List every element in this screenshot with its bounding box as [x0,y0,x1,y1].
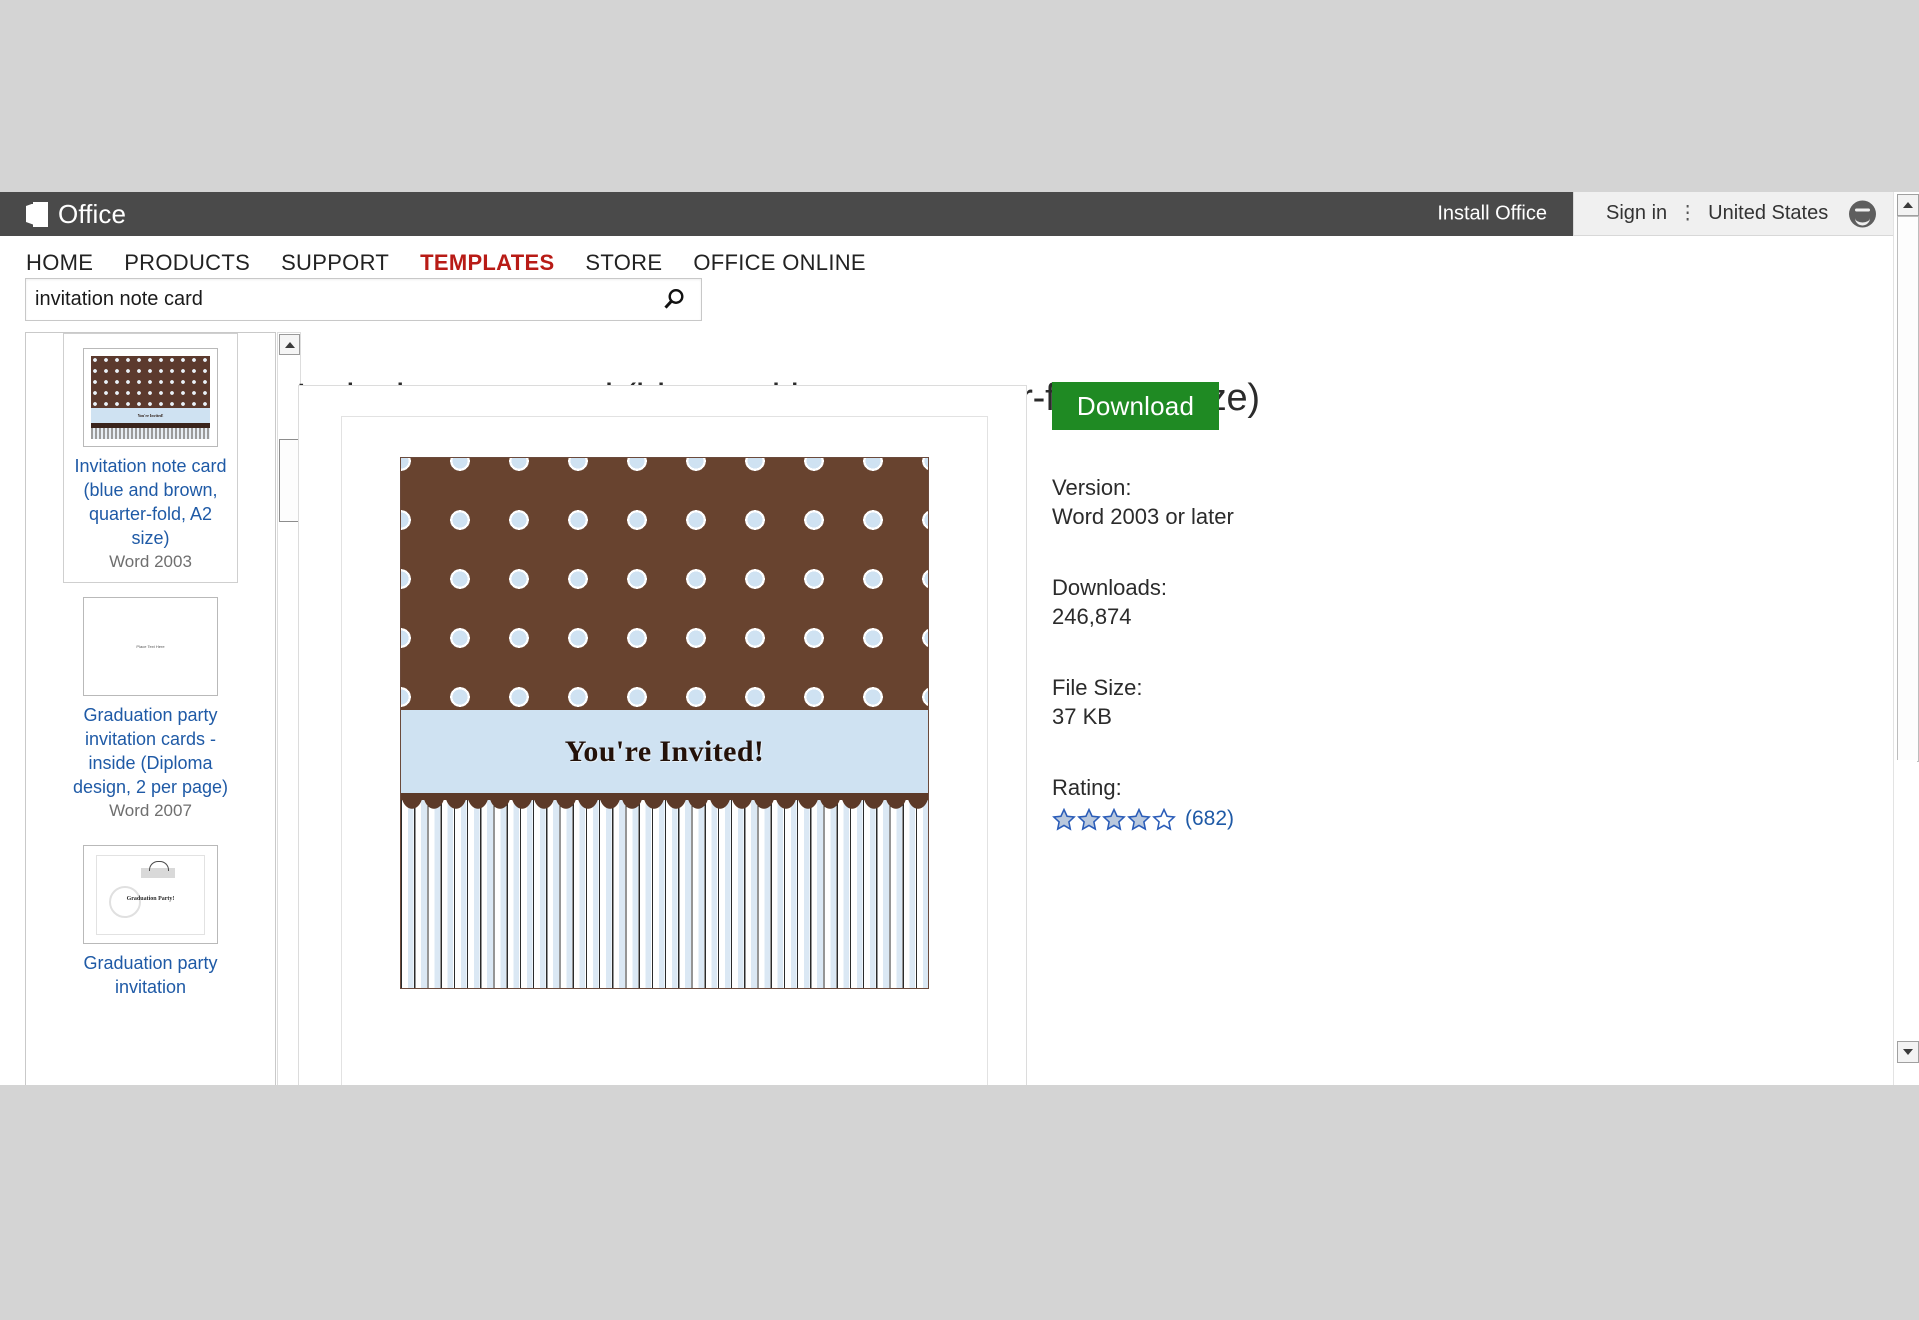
blank-card-thumb: Place Text Here [91,605,210,688]
list-item[interactable]: Place Text Here Graduation party invitat… [63,583,238,831]
account-strip: Sign in ⋮ United States [1573,192,1919,236]
list-item[interactable]: Graduation Party! Graduation party invit… [63,831,238,999]
version-group: Version: Word 2003 or later [1052,475,1512,530]
template-thumbnail: You're Invited! [83,348,218,447]
search-icon [661,287,687,313]
polka-invitation-thumb: You're Invited! [91,356,210,439]
search-box [25,278,702,321]
invitation-card-preview: You're Invited! [400,457,929,989]
main-navigation: HOME PRODUCTS SUPPORT TEMPLATES STORE OF… [26,250,866,276]
page-scrollbar[interactable] [1893,192,1919,1085]
template-preview-pane: You're Invited! [298,385,1027,1085]
office-top-bar: Office Install Office [0,192,1573,236]
graduation-cap-icon [141,868,175,878]
office-brand-label: Office [58,199,126,230]
browser-viewport: Office Install Office Sign in ⋮ United S… [0,192,1919,1085]
office-brand-logo[interactable]: Office [26,199,126,230]
swirl-decoration-icon [109,886,141,918]
rating-count[interactable]: (682) [1185,807,1234,831]
template-info-panel: Download Version: Word 2003 or later Dow… [1052,382,1512,831]
card-headline-text: You're Invited! [565,735,765,769]
chevron-up-icon [285,342,295,348]
template-results-list[interactable]: You're Invited! Invitation note card (bl… [25,332,276,1085]
star-empty-icon[interactable] [1152,808,1176,831]
nav-item-templates[interactable]: TEMPLATES [420,250,554,276]
graduation-party-thumb: Graduation Party! [96,855,205,935]
install-office-link[interactable]: Install Office [1437,203,1547,226]
chevron-up-icon [1903,202,1913,208]
template-thumbnail: Place Text Here [83,597,218,696]
results-scroll-up-button[interactable] [279,334,300,355]
list-item-title[interactable]: Graduation party invitation [63,951,238,999]
rating-label: Rating: [1052,775,1512,801]
nav-item-office-online[interactable]: OFFICE ONLINE [693,250,866,276]
chevron-down-icon [1903,1049,1913,1055]
thumb-graduation-text: Graduation Party! [127,896,175,902]
thumb-band-text: You're Invited! [138,413,164,418]
office-logo-icon [26,202,49,227]
page-scroll-thumb[interactable] [1897,216,1919,762]
star-filled-icon[interactable] [1127,808,1151,831]
star-filled-icon[interactable] [1077,808,1101,831]
list-item[interactable]: You're Invited! Invitation note card (bl… [63,333,238,583]
star-filled-icon[interactable] [1102,808,1126,831]
star-filled-icon[interactable] [1052,808,1076,831]
search-input[interactable] [26,278,646,321]
rating-row: (682) [1052,807,1512,831]
file-size-label: File Size: [1052,675,1512,701]
thumb-band: You're Invited! [91,408,210,423]
template-thumbnail: Graduation Party! [83,845,218,944]
thumb-stripes [91,423,210,439]
page-scroll-up-button[interactable] [1897,194,1919,216]
version-value: Word 2003 or later [1052,504,1512,530]
rating-group: Rating: (682) [1052,775,1512,831]
sign-in-link[interactable]: Sign in [1606,202,1667,225]
list-item-title[interactable]: Invitation note card (blue and brown, qu… [64,454,237,550]
nav-item-products[interactable]: PRODUCTS [124,250,250,276]
results-scroll-thumb[interactable] [279,439,300,522]
list-item-version: Word 2003 [64,552,237,582]
list-item-title[interactable]: Graduation party invitation cards - insi… [63,703,238,799]
card-headline-band: You're Invited! [401,710,928,793]
filesize-group: File Size: 37 KB [1052,675,1512,730]
card-scallop-edge [401,793,928,800]
thumb-placeholder-text: Place Text Here [136,644,164,649]
version-label: Version: [1052,475,1512,501]
page-scroll-down-button[interactable] [1897,1041,1919,1063]
vertical-dots-separator-icon: ⋮ [1678,204,1697,223]
page-scroll-track[interactable] [1897,760,1917,1040]
search-button[interactable] [646,279,701,320]
smiley-feedback-icon[interactable] [1849,200,1876,227]
file-size-value: 37 KB [1052,704,1512,730]
nav-item-home[interactable]: HOME [26,250,93,276]
card-polka-dot-area [401,458,928,710]
list-item-version: Word 2007 [63,801,238,831]
downloads-group: Downloads: 246,874 [1052,575,1512,630]
downloads-label: Downloads: [1052,575,1512,601]
download-button[interactable]: Download [1052,382,1219,430]
preview-page: You're Invited! [341,416,988,1085]
nav-item-support[interactable]: SUPPORT [281,250,389,276]
thumb-dots-area [91,356,210,408]
downloads-value: 246,874 [1052,604,1512,630]
country-selector-link[interactable]: United States [1708,202,1828,225]
nav-item-store[interactable]: STORE [585,250,662,276]
rating-stars[interactable] [1052,808,1176,831]
